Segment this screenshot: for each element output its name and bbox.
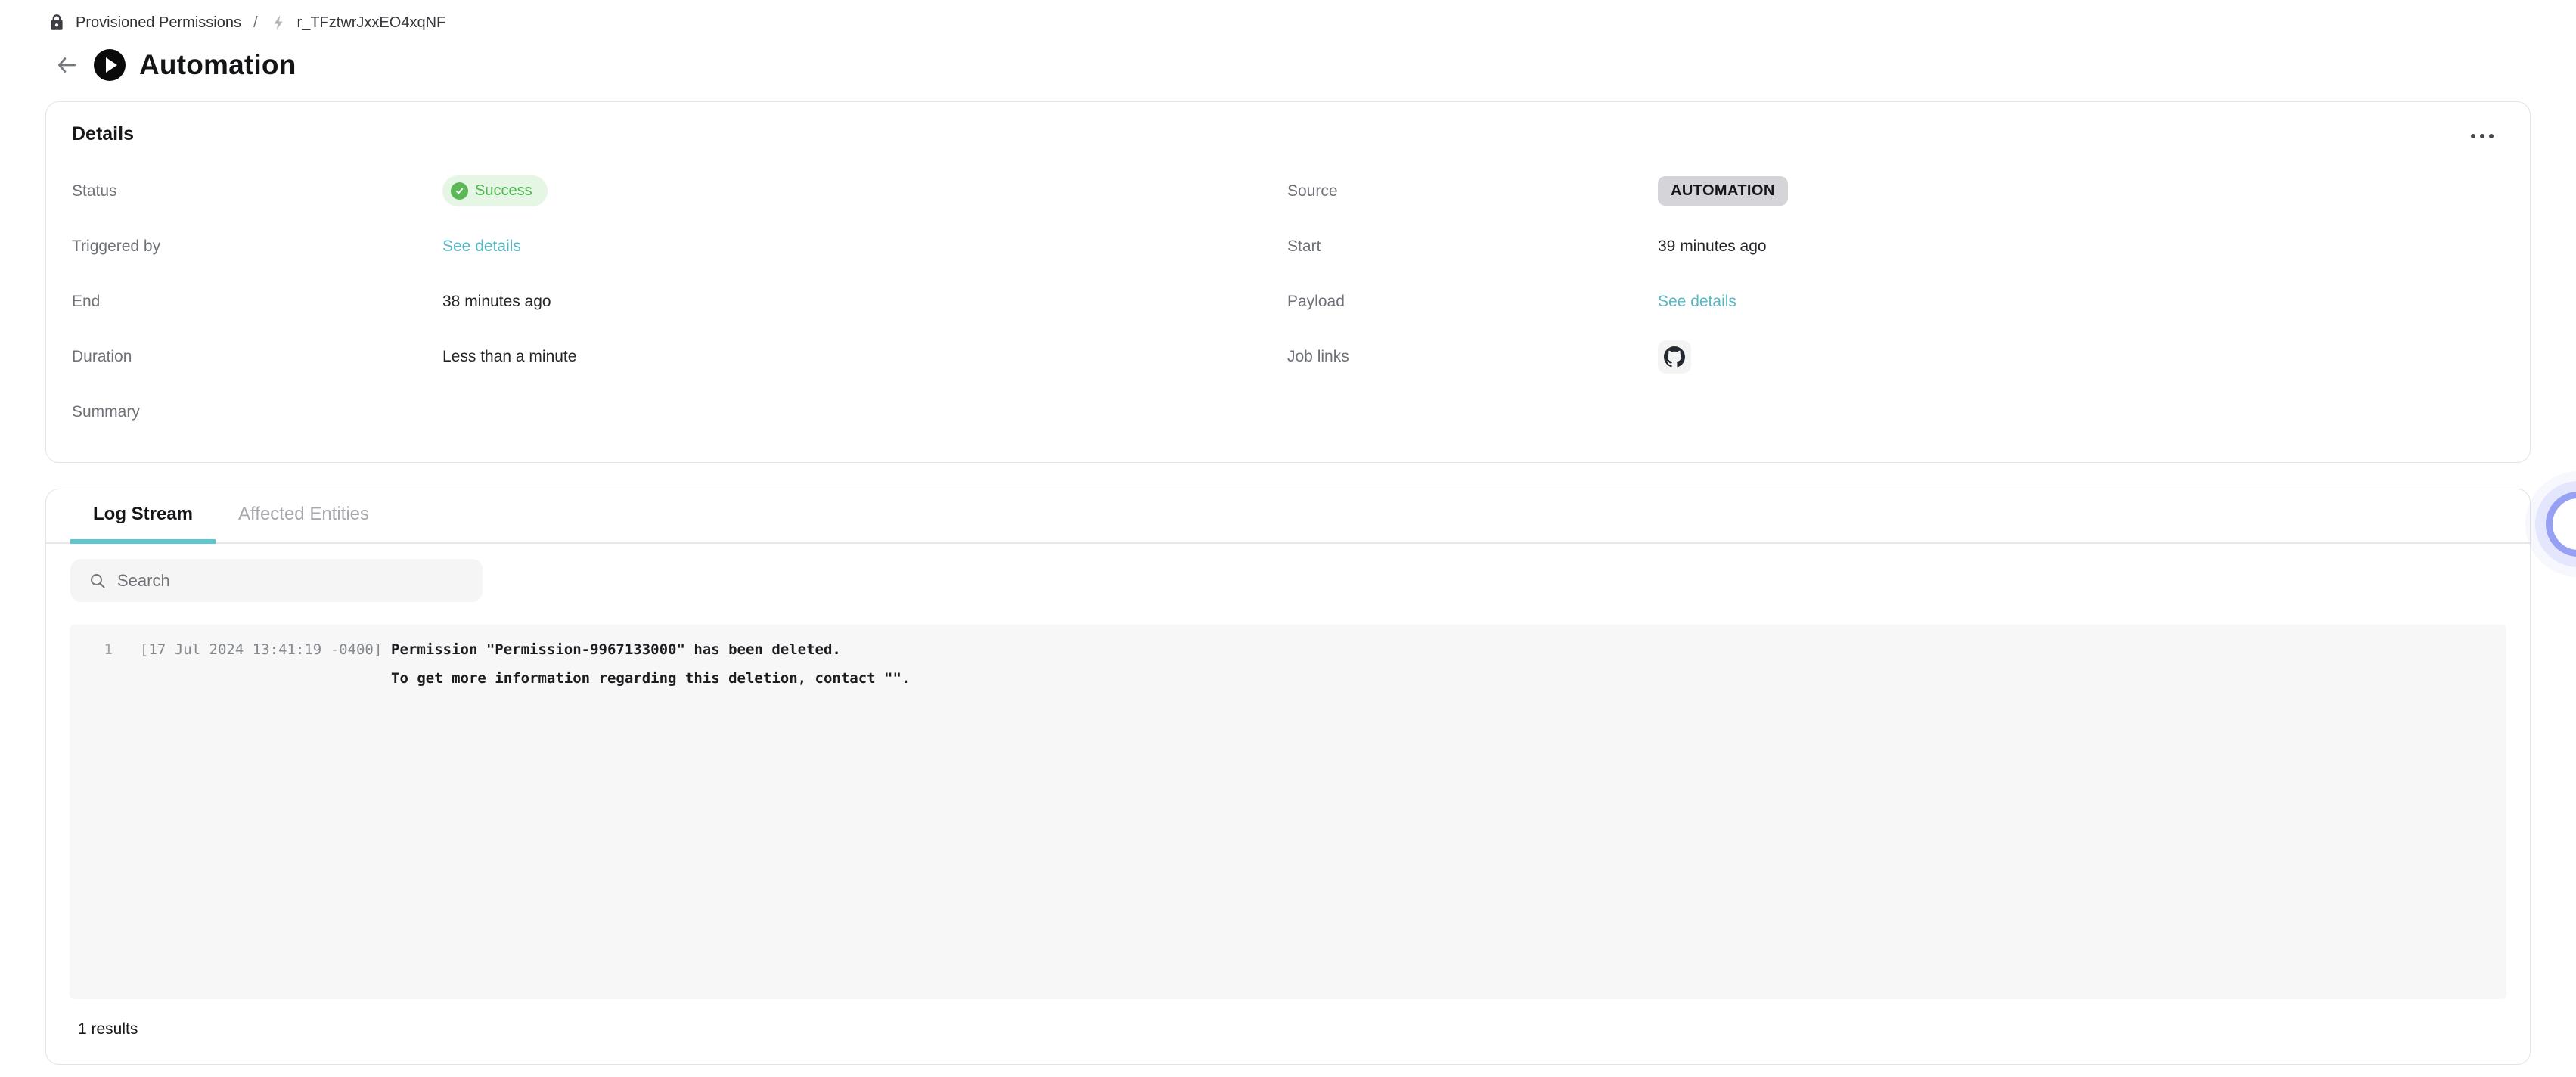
github-link-button[interactable]	[1658, 340, 1691, 374]
search-box	[70, 559, 483, 602]
triggered-by-see-details-link[interactable]: See details	[442, 237, 521, 256]
field-job-links: Job links	[1287, 329, 2503, 384]
end-value: 38 minutes ago	[442, 293, 551, 311]
field-label: Status	[72, 182, 442, 200]
search-icon	[88, 572, 107, 590]
tab-affected-entities[interactable]: Affected Entities	[216, 489, 392, 544]
field-label: Duration	[72, 348, 442, 366]
field-duration: Duration Less than a minute	[72, 329, 1287, 384]
field-end: End 38 minutes ago	[72, 274, 1287, 329]
field-start: Start 39 minutes ago	[1287, 219, 2503, 274]
field-triggered-by: Triggered by See details	[72, 219, 1287, 274]
log-line: To get more information regarding this d…	[70, 664, 2506, 693]
details-card-title: Details	[72, 123, 2503, 145]
tab-log-stream[interactable]: Log Stream	[70, 489, 216, 544]
search-input[interactable]	[117, 571, 469, 591]
arrow-left-icon	[54, 52, 79, 78]
breadcrumb-separator: /	[253, 14, 258, 32]
log-message: To get more information regarding this d…	[391, 664, 910, 693]
field-label: Payload	[1287, 293, 1658, 311]
more-options-button[interactable]	[2465, 128, 2500, 144]
field-label: Source	[1287, 182, 1658, 200]
payload-see-details-link[interactable]: See details	[1658, 293, 1736, 311]
lightning-bolt-icon	[270, 14, 288, 32]
status-badge: Success	[442, 175, 548, 206]
ellipsis-icon	[2471, 134, 2475, 138]
details-fields: Status Success Source AUTOMATION Trigger…	[72, 163, 2503, 439]
start-value: 39 minutes ago	[1658, 237, 1767, 256]
tab-bar: Log Stream Affected Entities	[46, 489, 2530, 544]
field-label: End	[72, 293, 442, 311]
status-badge-label: Success	[475, 182, 532, 200]
log-card: Log Stream Affected Entities 1 [17 Jul 2…	[45, 489, 2531, 1065]
breadcrumb: Provisioned Permissions / r_TFztwrJxxEO4…	[47, 12, 2576, 33]
log-line: 1 [17 Jul 2024 13:41:19 -0400] Permissio…	[70, 635, 2506, 664]
log-message: Permission "Permission-9967133000" has b…	[391, 635, 841, 664]
github-icon	[1664, 346, 1685, 368]
lock-icon	[47, 13, 67, 33]
page-header: Automation	[53, 45, 2576, 85]
field-source: Source AUTOMATION	[1287, 163, 2503, 219]
check-circle-icon	[451, 182, 468, 200]
field-label: Summary	[72, 403, 442, 421]
results-count: 1 results	[78, 1020, 2530, 1038]
log-viewer: 1 [17 Jul 2024 13:41:19 -0400] Permissio…	[70, 625, 2506, 999]
field-summary: Summary	[72, 384, 1287, 439]
breadcrumb-current-run-id: r_TFztwrJxxEO4xqNF	[297, 14, 446, 32]
field-label: Start	[1287, 237, 1658, 256]
help-widget-button[interactable]	[2546, 492, 2576, 557]
breadcrumb-link-provisioned-permissions[interactable]: Provisioned Permissions	[76, 14, 241, 32]
field-label: Triggered by	[72, 237, 442, 256]
source-badge: AUTOMATION	[1658, 176, 1788, 206]
play-icon	[94, 49, 126, 81]
page-title: Automation	[139, 49, 296, 81]
field-payload: Payload See details	[1287, 274, 2503, 329]
field-status: Status Success	[72, 163, 1287, 219]
details-card: Details Status Success Source AUTOMATION	[45, 101, 2531, 463]
field-label: Job links	[1287, 348, 1658, 366]
duration-value: Less than a minute	[442, 348, 576, 366]
log-line-number: 1	[70, 635, 140, 664]
back-button[interactable]	[53, 51, 80, 79]
log-timestamp: [17 Jul 2024 13:41:19 -0400]	[140, 635, 391, 664]
